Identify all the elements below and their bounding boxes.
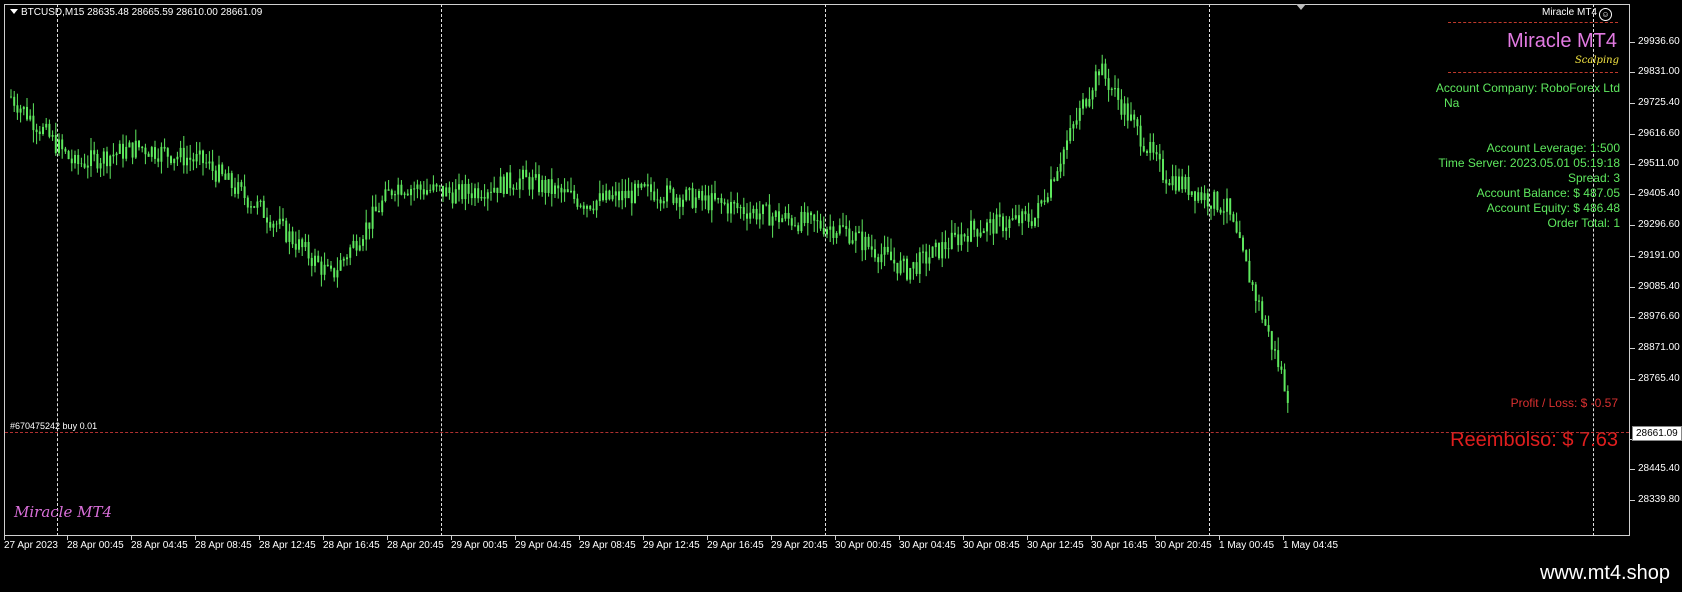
account-company: Account Company: RoboForex Ltd [1435, 81, 1620, 95]
panel-divider [1448, 22, 1618, 23]
order-label: #670475242 buy 0.01 [10, 421, 98, 431]
time-axis-label: 1 May 04:45 [1283, 540, 1339, 551]
watermark-logo: Miracle MT4 [14, 503, 113, 521]
order-total: Order Total: 1 [1547, 216, 1620, 230]
time-axis-label: 30 Apr 08:45 [963, 540, 1020, 551]
price-axis-label: 29616.60 [1638, 128, 1680, 139]
price-tick [1630, 225, 1635, 226]
price-tick [1630, 256, 1635, 257]
dropdown-triangle-icon[interactable] [10, 9, 18, 14]
time-axis-label: 30 Apr 20:45 [1155, 540, 1212, 551]
price-tick [1630, 287, 1635, 288]
price-axis-label: 29936.60 [1638, 36, 1680, 47]
price-tick [1630, 469, 1635, 470]
price-tick [1630, 348, 1635, 349]
price-axis-label: 29511.00 [1638, 158, 1679, 169]
time-axis-label: 28 Apr 12:45 [259, 540, 316, 551]
price-axis-label: 29725.40 [1638, 97, 1680, 108]
price-axis-label: 28976.60 [1638, 311, 1680, 322]
price-axis-label: 28765.40 [1638, 373, 1680, 384]
time-axis-label: 30 Apr 16:45 [1091, 540, 1148, 551]
time-axis-label: 29 Apr 12:45 [643, 540, 700, 551]
price-axis-label: 29405.40 [1638, 188, 1680, 199]
time-axis-label: 28 Apr 00:45 [67, 540, 124, 551]
current-price-label: 28661.09 [1632, 426, 1682, 441]
order-line[interactable] [5, 432, 1629, 433]
time-axis-label: 27 Apr 2023 [4, 540, 58, 551]
price-tick [1630, 42, 1635, 43]
symbol-info: BTCUSD,M15 28635.48 28665.59 28610.00 28… [10, 7, 262, 18]
plot-area[interactable] [4, 4, 1630, 536]
price-axis-label: 28871.00 [1638, 342, 1680, 353]
time-axis-label: 29 Apr 16:45 [707, 540, 764, 551]
footer-url[interactable]: www.mt4.shop [1540, 562, 1670, 585]
account-equity: Account Equity: $ 486.48 [1486, 201, 1620, 215]
time-axis-label: 28 Apr 08:45 [195, 540, 252, 551]
footer-bar [0, 556, 1682, 592]
price-tick [1630, 72, 1635, 73]
time-axis-label: 28 Apr 20:45 [387, 540, 444, 551]
time-axis-label: 30 Apr 00:45 [835, 540, 892, 551]
account-name: Na [1444, 96, 1460, 110]
panel-title: Miracle MT4 [1506, 30, 1617, 52]
spread: Spread: 3 [1567, 171, 1620, 185]
account-balance: Account Balance: $ 487.05 [1476, 186, 1620, 200]
price-tick [1630, 500, 1635, 501]
account-leverage: Account Leverage: 1:500 [1486, 141, 1620, 155]
panel-divider [1448, 72, 1618, 73]
grid-line [825, 4, 826, 536]
time-axis-label: 30 Apr 12:45 [1027, 540, 1084, 551]
price-tick [1630, 379, 1635, 380]
price-axis-label: 28445.40 [1638, 463, 1680, 474]
time-server: Time Server: 2023.05.01 05:19:18 [1438, 156, 1620, 170]
time-axis-label: 28 Apr 04:45 [131, 540, 188, 551]
grid-line [57, 4, 58, 536]
chart-shift-marker-icon[interactable] [1296, 4, 1306, 10]
time-axis-label: 29 Apr 04:45 [515, 540, 572, 551]
time-axis-label: 1 May 00:45 [1219, 540, 1275, 551]
time-axis-label: 29 Apr 00:45 [451, 540, 508, 551]
panel-subtitle: Scalping [1574, 55, 1619, 66]
price-tick [1630, 194, 1635, 195]
price-axis-label: 29296.60 [1638, 219, 1680, 230]
price-axis-label: 28339.80 [1638, 494, 1680, 505]
price-axis-label: 29191.00 [1638, 250, 1680, 261]
price-tick [1630, 103, 1635, 104]
price-tick [1630, 164, 1635, 165]
price-tick [1630, 317, 1635, 318]
smiley-icon: ☺ [1599, 8, 1612, 21]
price-axis-label: 29831.00 [1638, 66, 1680, 77]
time-axis-label: 28 Apr 16:45 [323, 540, 380, 551]
price-axis-label: 29085.40 [1638, 281, 1680, 292]
time-axis-label: 29 Apr 08:45 [579, 540, 636, 551]
time-axis-label: 30 Apr 04:45 [899, 540, 956, 551]
candlestick-series [10, 54, 1289, 413]
price-tick [1630, 134, 1635, 135]
grid-line [441, 4, 442, 536]
profit-loss: Profit / Loss: $ -0.57 [1510, 396, 1618, 410]
expert-advisor-name[interactable]: Miracle MT4 ☺ [1542, 7, 1612, 21]
time-axis-label: 29 Apr 20:45 [771, 540, 828, 551]
chart-window[interactable]: BTCUSD,M15 28635.48 28665.59 28610.00 28… [0, 0, 1682, 592]
grid-line [1209, 4, 1210, 536]
